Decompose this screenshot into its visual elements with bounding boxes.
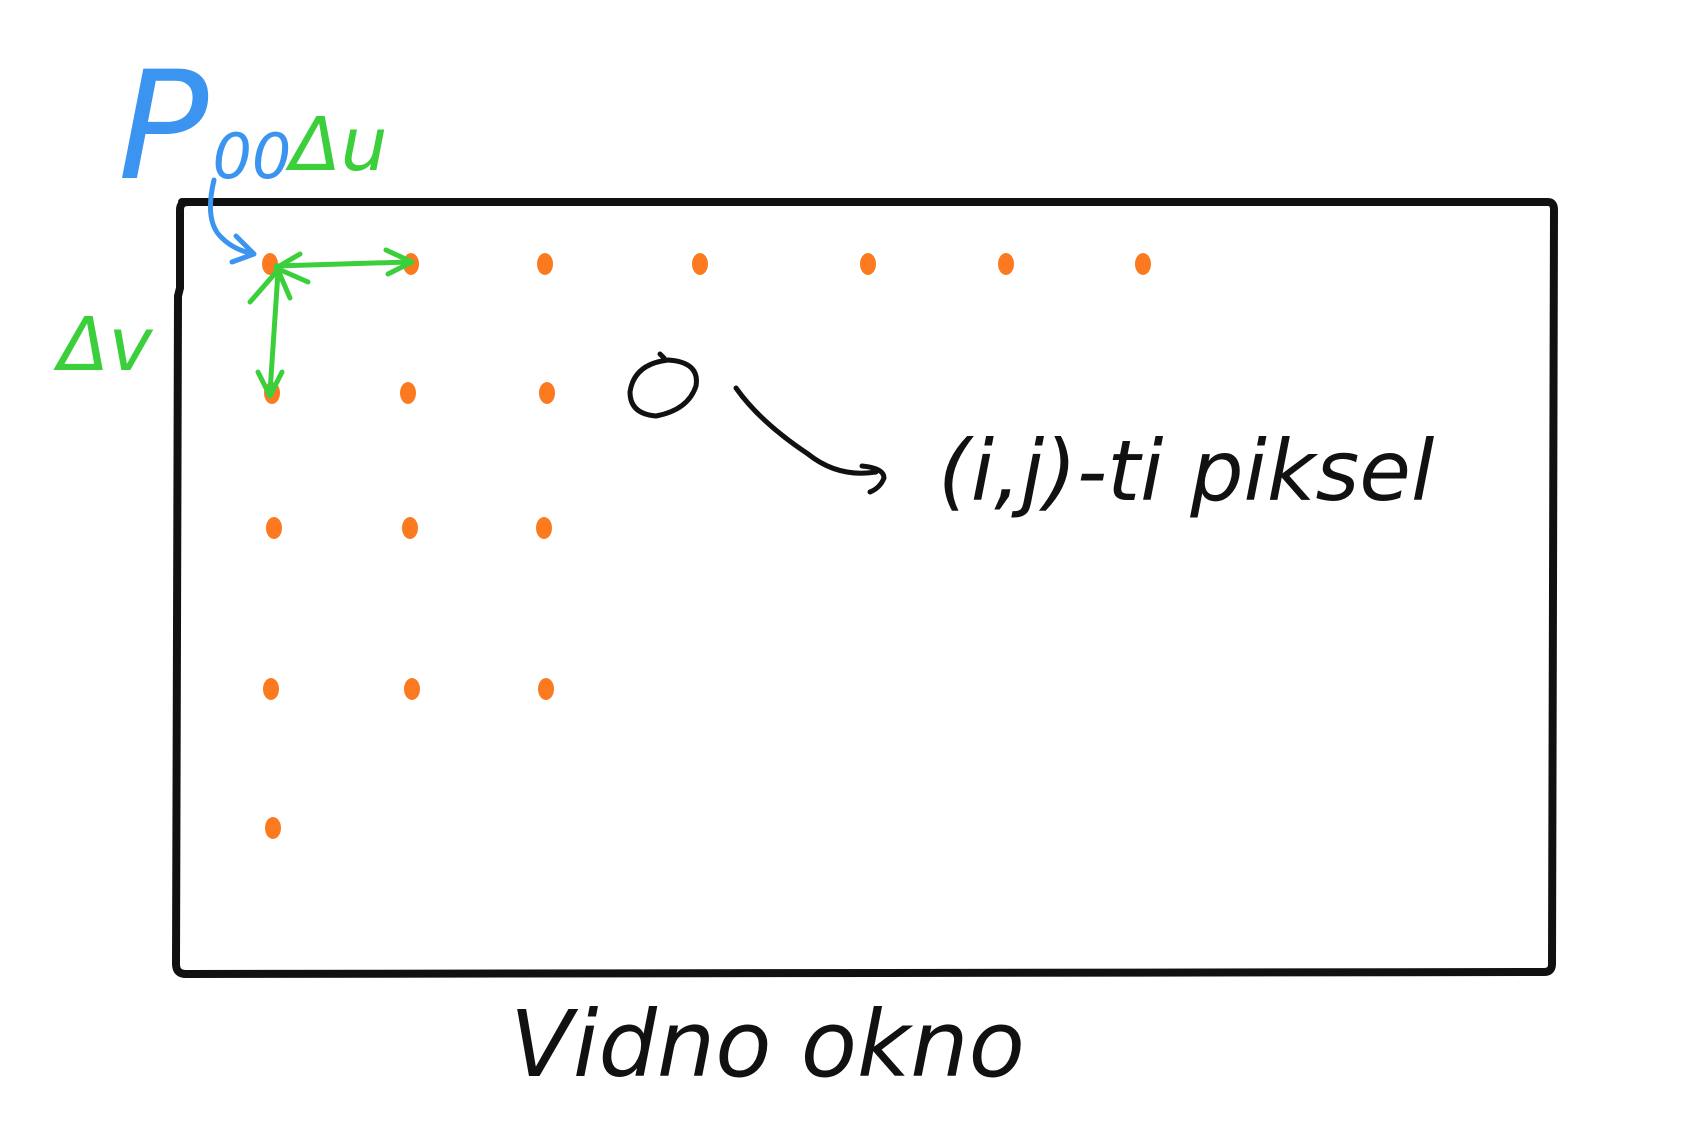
pointer-arrow [733,385,879,476]
pixel-dot [1135,253,1151,275]
pixel-label: (i,j)-ti piksel [938,422,1434,520]
viewport-frame [172,198,1558,978]
delta-v-arrow [247,267,293,399]
viewport-diagram: P00 Δu Δv (i,j)-ti piksel Vidno okno [53,40,1558,1098]
pixel-dot [539,382,555,404]
pixel-dot [402,517,418,539]
pixel-dot [404,678,420,700]
pixel-dot [263,678,279,700]
pixel-dot [860,253,876,275]
delta-u-arrow [273,247,415,285]
pixel-dot [692,253,708,275]
pixel-dot [537,253,553,275]
pixel-dot [266,517,282,539]
pixel-grid [262,253,1151,839]
origin-pixel-label: P00 [118,40,291,214]
pixel-dot [265,817,281,839]
highlight-circle [627,351,699,419]
delta-v-label: Δv [53,302,154,388]
pointer-arrow-head [859,463,887,495]
pixel-dot [536,517,552,539]
viewport-caption: Vidno okno [510,991,1025,1098]
pixel-dot [998,253,1014,275]
pixel-dot [400,382,416,404]
pixel-dot [538,678,554,700]
delta-u-label: Δu [285,102,388,188]
